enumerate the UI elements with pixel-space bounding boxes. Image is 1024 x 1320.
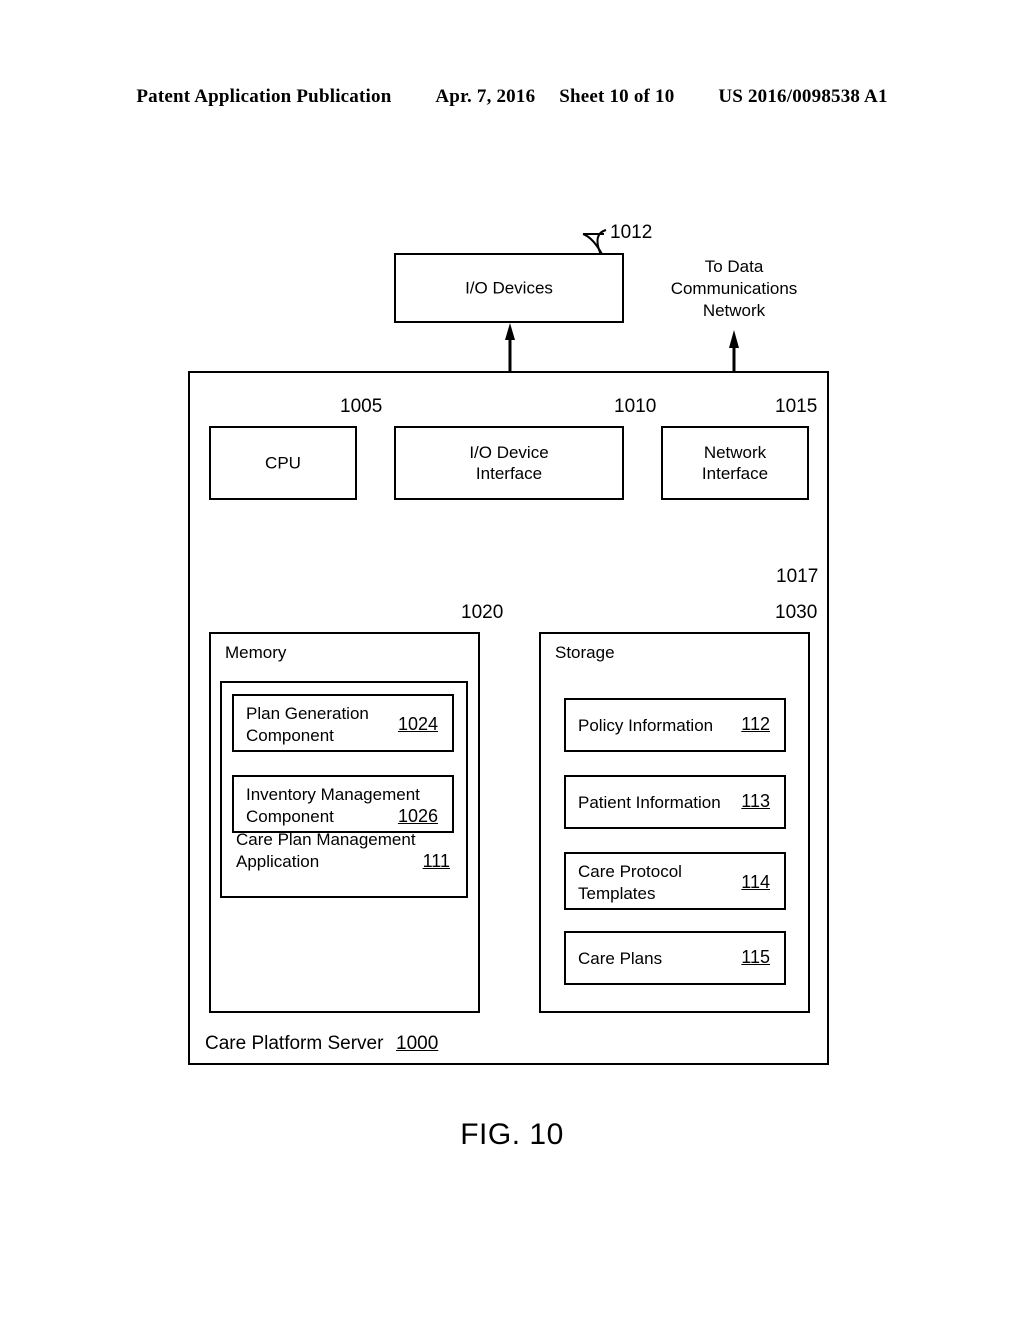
ref-1017: 1017 <box>776 566 819 587</box>
patient-information-label: Patient Information <box>578 793 721 812</box>
figure-caption: FIG. 10 <box>460 1118 564 1151</box>
io-devices-label: I/O Devices <box>465 278 553 298</box>
cpu-label: CPU <box>265 453 301 473</box>
care-platform-server-label: Care Platform Server <box>205 1033 384 1054</box>
policy-information-number: 112 <box>741 714 770 734</box>
care-plan-management-application-number: 111 <box>422 851 450 871</box>
network-note-line-3: Network <box>702 301 766 320</box>
network-note-line-1: To Data <box>704 257 764 276</box>
ref-1030: 1030 <box>775 602 818 623</box>
care-plans-box: Care Plans 115 <box>564 931 786 985</box>
ref-1020: 1020 <box>461 602 504 623</box>
io-devices-box: I/O Devices <box>394 253 624 323</box>
policy-information-label: Policy Information <box>578 716 714 735</box>
ref-1015: 1015 <box>775 396 818 417</box>
plan-generation-component-box: Plan Generation Component 1024 <box>232 694 454 752</box>
figure-10-diagram: I/O Devices 1012 To Data Communications … <box>0 0 1024 1320</box>
plan-generation-component-number: 1024 <box>397 714 438 734</box>
care-plan-management-application-label: Care Plan Management Application <box>236 830 416 871</box>
care-plans-label: Care Plans <box>578 949 663 968</box>
network-interface-label: Network Interface <box>701 443 769 483</box>
io-device-interface-box: I/O Device Interface <box>394 426 624 500</box>
ref-1005: 1005 <box>340 396 383 417</box>
care-platform-server-number: 1000 <box>396 1033 439 1054</box>
io-device-interface-label: I/O Device Interface <box>469 443 549 483</box>
patient-information-number: 113 <box>741 791 770 811</box>
care-protocol-templates-number: 114 <box>741 872 770 892</box>
inventory-management-component-label: Inventory Management Component <box>246 785 420 826</box>
care-protocol-templates-label: Care Protocol Templates <box>578 862 682 903</box>
care-protocol-templates-box: Care Protocol Templates 114 <box>564 852 786 910</box>
storage-title: Storage <box>555 643 615 662</box>
policy-information-box: Policy Information 112 <box>564 698 786 752</box>
network-note-line-2: Communications <box>670 279 798 298</box>
network-destination-note: To Data Communications Network <box>654 256 814 322</box>
network-interface-box: Network Interface <box>661 426 809 500</box>
care-plans-number: 115 <box>741 947 770 967</box>
cpu-box: CPU <box>209 426 357 500</box>
inventory-management-component-box: Inventory Management Component 1026 <box>232 775 454 833</box>
memory-title: Memory <box>225 643 287 662</box>
patient-information-box: Patient Information 113 <box>564 775 786 829</box>
inventory-management-component-number: 1026 <box>397 806 438 826</box>
ref-1012: 1012 <box>610 222 653 243</box>
ref-1010: 1010 <box>614 396 657 417</box>
plan-generation-component-label: Plan Generation Component <box>246 704 369 745</box>
